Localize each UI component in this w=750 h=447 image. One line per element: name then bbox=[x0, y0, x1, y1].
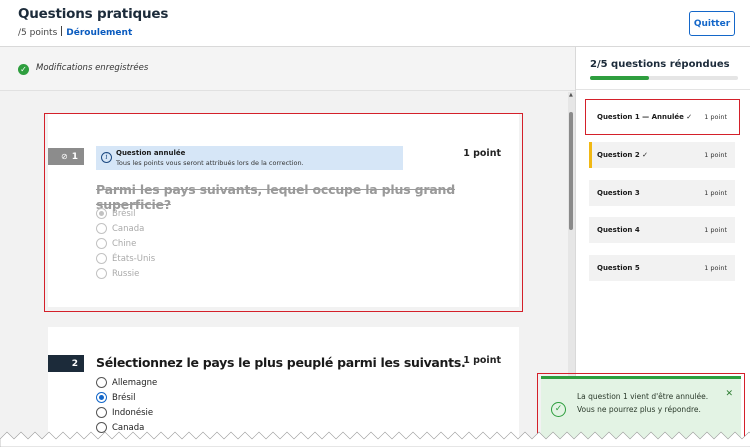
option-radio[interactable]: Allemagne bbox=[96, 377, 157, 388]
toast-message: La question 1 vient d'être annulée. Vous… bbox=[577, 392, 709, 414]
nav-question-points: 1 point bbox=[704, 113, 727, 121]
radio-button bbox=[96, 223, 107, 234]
info-title: Question annulée bbox=[116, 149, 186, 157]
option-radio[interactable]: Canada bbox=[96, 422, 144, 433]
question-card-2: 2 1 point Sélectionnez le pays le plus p… bbox=[48, 327, 519, 447]
option-radio: Canada bbox=[96, 223, 144, 234]
nav-question-points: 1 point bbox=[704, 189, 727, 197]
progress-bar bbox=[590, 76, 738, 80]
question-text: Parmi les pays suivants, lequel occupe l… bbox=[96, 182, 455, 212]
nav-question-points: 1 point bbox=[704, 151, 727, 159]
nav-question-label[interactable]: Question 2 ✓ bbox=[597, 151, 648, 159]
question-text: Sélectionnez le pays le plus peuplé parm… bbox=[96, 355, 466, 370]
nav-question-label[interactable]: Question 4 bbox=[597, 226, 640, 234]
question-card-1: ⊘ 1 i Question annulée Tous les points vo… bbox=[48, 114, 519, 307]
check-circle-icon: ✓ bbox=[551, 402, 566, 417]
option-radio: Russie bbox=[96, 268, 139, 279]
radio-button bbox=[96, 238, 107, 249]
separator bbox=[61, 26, 63, 36]
nav-question-3[interactable]: Question 3 1 point bbox=[589, 180, 735, 206]
check-icon: ✓ bbox=[642, 151, 649, 159]
cancelled-icon: ⊘ bbox=[61, 152, 68, 161]
radio-button bbox=[96, 253, 107, 264]
nav-question-label[interactable]: Question 5 bbox=[597, 264, 640, 272]
cancelled-info-banner: i Question annulée Tous les points vous … bbox=[96, 146, 403, 170]
nav-question-points: 1 point bbox=[704, 264, 727, 272]
save-status-bar: ✓ Modifications enregistrées bbox=[0, 47, 575, 91]
scrollbar-thumb[interactable] bbox=[569, 112, 573, 230]
option-radio: Brésil bbox=[96, 208, 136, 219]
radio-button bbox=[96, 268, 107, 279]
question-points: 1 point bbox=[463, 355, 501, 366]
question-points: 1 point bbox=[463, 148, 501, 159]
option-radio[interactable]: Brésil bbox=[96, 392, 136, 403]
divider bbox=[576, 89, 750, 90]
radio-button[interactable] bbox=[96, 407, 107, 418]
answered-count: 2/5 questions répondues bbox=[590, 59, 730, 70]
subtitle: /5 points Déroulement bbox=[18, 26, 132, 38]
nav-question-4[interactable]: Question 4 1 point bbox=[589, 217, 735, 243]
question-number-badge: ⊘ 1 bbox=[48, 148, 84, 165]
nav-question-1[interactable]: Question 1 — Annulée ✓ 1 point bbox=[589, 104, 735, 130]
scroll-up-arrow-icon[interactable]: ▲ bbox=[569, 92, 573, 98]
check-icon: ✓ bbox=[686, 113, 693, 121]
nav-question-5[interactable]: Question 5 1 point bbox=[589, 255, 735, 281]
toast-notification: ✓ La question 1 vient d'être annulée. Vo… bbox=[541, 376, 741, 439]
page-title: Questions pratiques bbox=[18, 6, 169, 22]
deroulement-link[interactable]: Déroulement bbox=[66, 28, 132, 38]
info-text: Tous les points vous seront attribués lo… bbox=[116, 159, 304, 167]
page-header: Questions pratiques /5 points Déroulement… bbox=[0, 0, 750, 47]
option-radio: Chine bbox=[96, 238, 136, 249]
option-radio: États-Unis bbox=[96, 253, 155, 264]
info-icon: i bbox=[101, 152, 112, 163]
nav-question-2[interactable]: Question 2 ✓ 1 point bbox=[589, 142, 735, 168]
radio-button[interactable] bbox=[96, 422, 107, 433]
radio-button bbox=[96, 208, 107, 219]
quit-button[interactable]: Quitter bbox=[689, 11, 735, 36]
radio-button[interactable] bbox=[96, 377, 107, 388]
total-points: /5 points bbox=[18, 28, 58, 38]
question-number-badge: 2 bbox=[48, 355, 84, 372]
radio-button[interactable] bbox=[96, 392, 107, 403]
nav-question-label[interactable]: Question 3 bbox=[597, 189, 640, 197]
nav-question-label[interactable]: Question 1 — Annulée ✓ bbox=[597, 113, 692, 121]
save-status-text: Modifications enregistrées bbox=[36, 63, 149, 73]
close-icon[interactable]: ✕ bbox=[725, 389, 733, 399]
progress-fill bbox=[590, 76, 650, 80]
questions-area[interactable]: ⊘ 1 i Question annulée Tous les points vo… bbox=[0, 92, 568, 447]
nav-question-points: 1 point bbox=[704, 226, 727, 234]
option-radio[interactable]: Indonésie bbox=[96, 407, 153, 418]
check-circle-icon: ✓ bbox=[18, 64, 29, 75]
